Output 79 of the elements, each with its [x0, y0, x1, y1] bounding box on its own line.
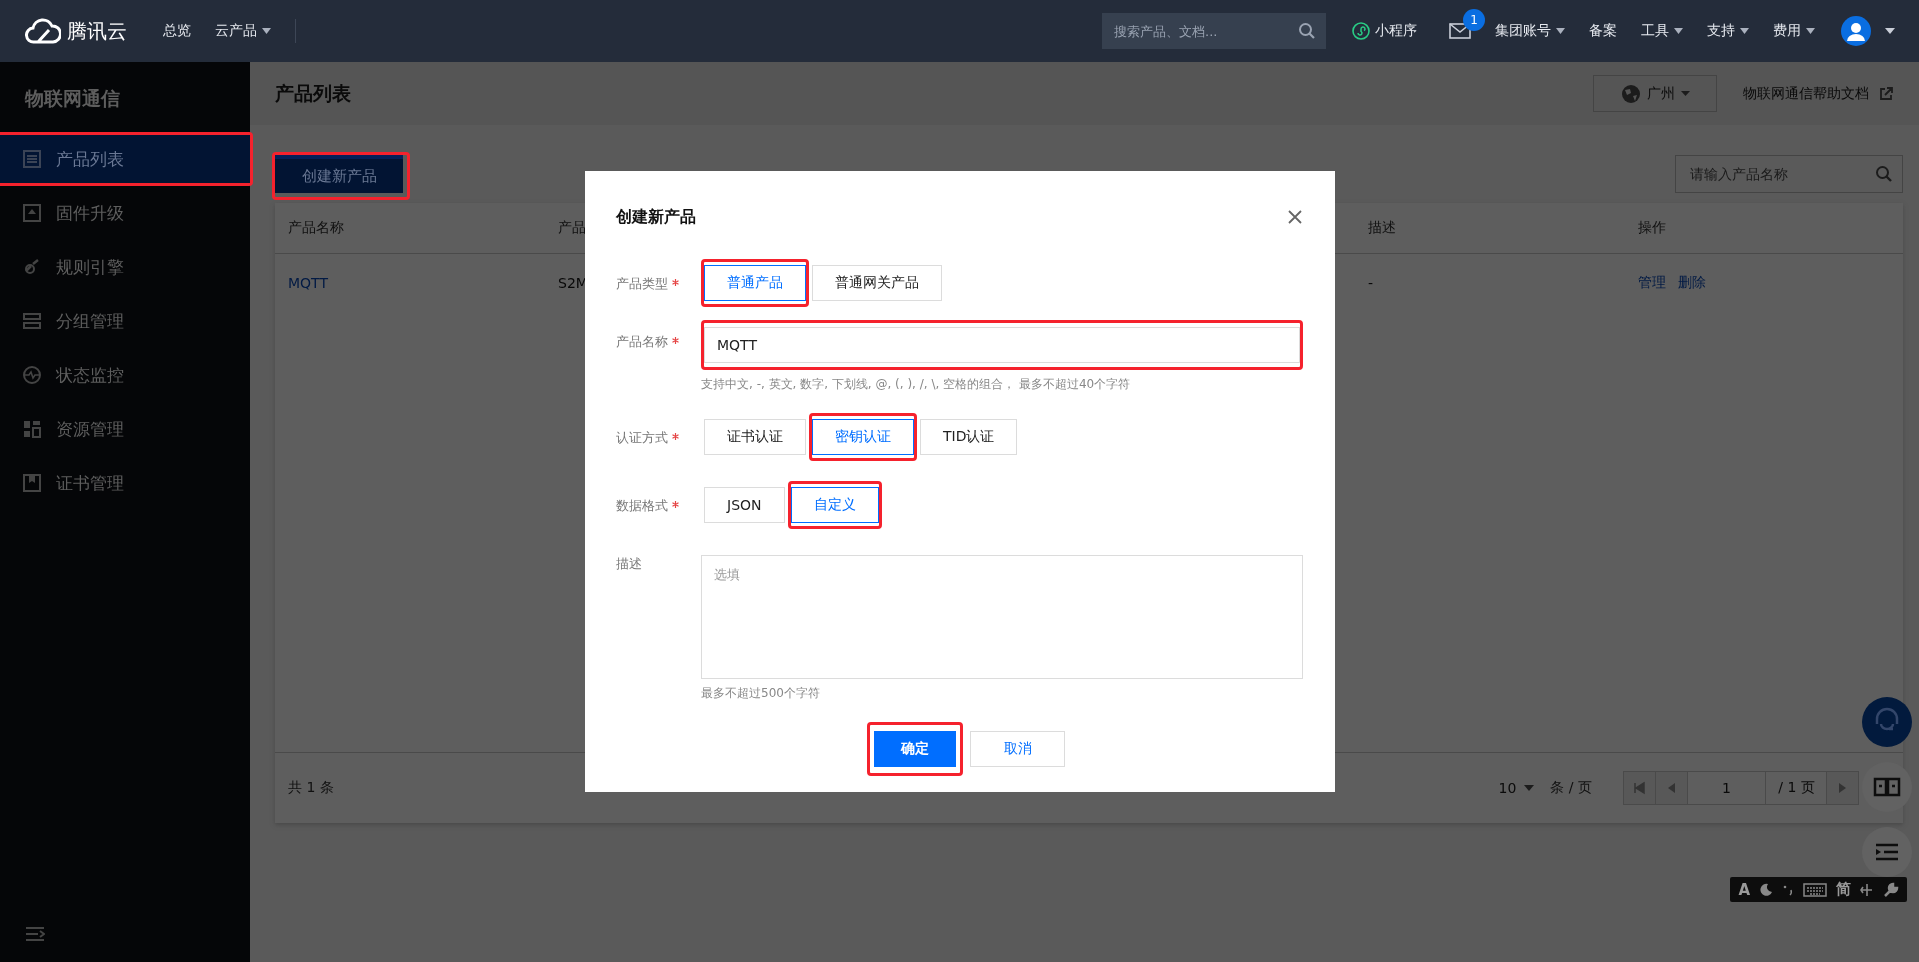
- product-name-link[interactable]: MQTT: [288, 275, 558, 291]
- logo-text[interactable]: 腾讯云: [67, 17, 127, 45]
- product-name-field[interactable]: MQTT: [704, 327, 1300, 363]
- page-size-unit: 条 / 页: [1550, 779, 1592, 797]
- page-number-field[interactable]: 1: [1687, 771, 1766, 805]
- search-field[interactable]: 搜索产品、文档...: [1102, 13, 1326, 49]
- caret-icon: [1680, 91, 1690, 96]
- menu-link[interactable]: 工具: [1641, 22, 1669, 40]
- nav-link[interactable]: 总览: [163, 22, 191, 40]
- option-button[interactable]: TID认证: [920, 419, 1018, 455]
- field-label: 认证方式: [616, 429, 668, 447]
- page-size-selector[interactable]: 10: [1498, 780, 1517, 796]
- page-title: 产品列表: [275, 80, 351, 106]
- sidebar-item[interactable]: 资源管理: [0, 405, 250, 453]
- field-label: 描述: [616, 555, 642, 573]
- option-button[interactable]: 普通网关产品: [812, 265, 942, 301]
- menu-link[interactable]: 支持: [1707, 22, 1735, 40]
- action-link[interactable]: 删除: [1678, 274, 1706, 292]
- sidebar-item[interactable]: 证书管理: [0, 459, 250, 507]
- outline-icon[interactable]: [1862, 827, 1912, 877]
- avatar-icon[interactable]: [1841, 16, 1871, 46]
- column-header: 产品: [558, 219, 587, 237]
- list-icon: [23, 150, 41, 168]
- cancel-button[interactable]: 取消: [970, 731, 1065, 767]
- sidebar-item[interactable]: 固件升级: [0, 189, 250, 237]
- option-button[interactable]: 普通产品: [704, 265, 806, 301]
- mini-program-link[interactable]: 小程序: [1375, 22, 1417, 40]
- field-label: 数据格式: [616, 497, 668, 515]
- caret-icon: [1524, 785, 1535, 791]
- option-button[interactable]: 证书认证: [704, 419, 806, 455]
- grid-icon: [24, 421, 41, 438]
- sidebar-item[interactable]: 规则引擎: [0, 243, 250, 291]
- moon-icon[interactable]: [1759, 882, 1773, 897]
- mode-toggle[interactable]: 简: [1836, 880, 1851, 899]
- menu-link[interactable]: 备案: [1589, 22, 1617, 40]
- caret-icon[interactable]: [1885, 28, 1895, 34]
- column-header: 产品名称: [288, 219, 345, 237]
- field-label: 产品名称: [616, 333, 668, 351]
- split-icon[interactable]: [1860, 882, 1874, 897]
- description-field[interactable]: 选填: [701, 555, 1303, 679]
- nav-link[interactable]: 云产品: [215, 22, 257, 40]
- menu-link[interactable]: 集团账号: [1495, 22, 1551, 40]
- font-toggle[interactable]: A: [1738, 880, 1750, 899]
- product-search-field[interactable]: 请输入产品名称: [1675, 155, 1903, 193]
- field-hint: 最多不超过500个字符: [701, 685, 821, 702]
- field-label: 产品类型: [616, 275, 668, 293]
- help-doc-link[interactable]: 物联网通信帮助文档: [1743, 84, 1869, 103]
- group-icon: [23, 313, 41, 329]
- column-header: 操作: [1638, 219, 1667, 237]
- keyboard-icon[interactable]: [1803, 882, 1827, 897]
- upload-icon: [23, 204, 41, 222]
- sidebar-item[interactable]: 产品列表: [0, 135, 250, 183]
- sidebar-title: 物联网通信: [23, 86, 121, 111]
- dialog-title: 创建新产品: [616, 206, 696, 228]
- search-icon: [1875, 165, 1893, 183]
- close-icon[interactable]: [1287, 209, 1303, 225]
- create-product-button[interactable]: 创建新产品: [275, 155, 403, 193]
- mini-program-icon[interactable]: [1352, 22, 1370, 40]
- option-button[interactable]: JSON: [704, 487, 785, 523]
- option-button[interactable]: 自定义: [790, 487, 879, 523]
- field-hint: 支持中文, -, 英文, 数字, 下划线, @, (, ), /, \, 空格的组合， 最多不超过40个字符: [701, 376, 1132, 393]
- sidebar-item[interactable]: 状态监控: [0, 351, 250, 399]
- menu-link[interactable]: 费用: [1773, 22, 1801, 40]
- search-icon: [1298, 22, 1316, 40]
- cloud-logo-icon: [25, 17, 61, 45]
- region-selector[interactable]: 广州: [1593, 75, 1717, 112]
- confirm-button[interactable]: 确定: [874, 731, 956, 767]
- globe-icon: [1620, 83, 1641, 104]
- option-button[interactable]: 密钥认证: [812, 419, 914, 455]
- total-count: 共 1 条: [288, 779, 334, 797]
- bookmark-icon: [23, 474, 41, 492]
- mail-icon[interactable]: [1449, 23, 1471, 39]
- action-link[interactable]: 管理: [1638, 274, 1666, 292]
- pulse-icon: [23, 366, 41, 384]
- wrench-icon[interactable]: [1883, 881, 1899, 898]
- table-cell-text: -: [1368, 275, 1375, 291]
- notification-badge: 1: [1463, 9, 1485, 31]
- column-header: 描述: [1368, 219, 1397, 237]
- sidebar-item[interactable]: 分组管理: [0, 297, 250, 345]
